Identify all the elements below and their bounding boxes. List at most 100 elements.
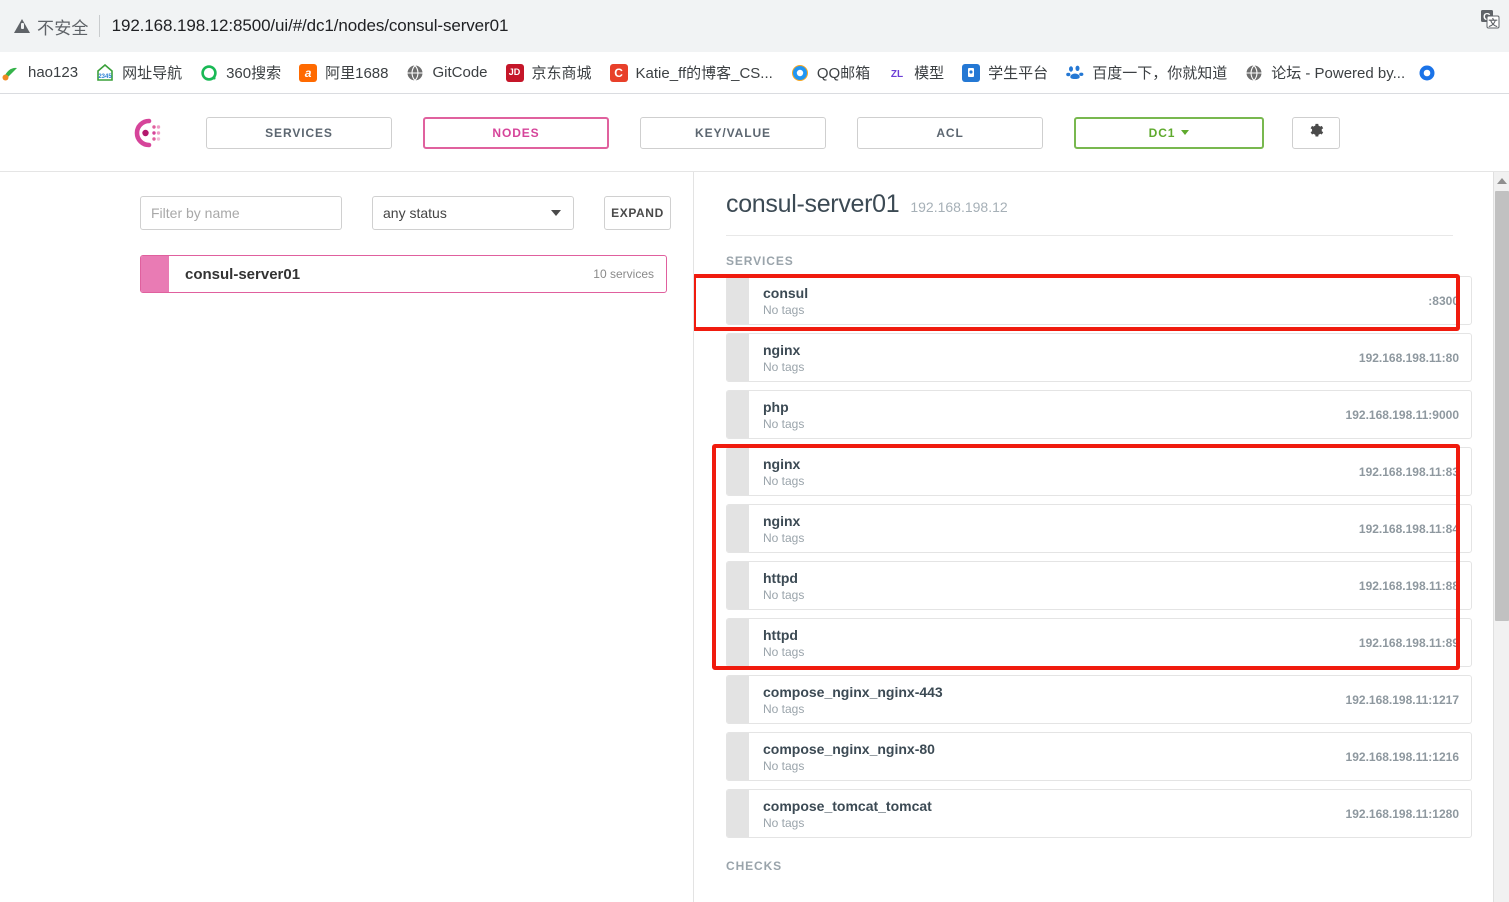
service-info: compose_nginx_nginx-443 No tags [763, 684, 943, 716]
nav-tab-nodes[interactable]: NODES [423, 117, 609, 149]
service-address: 192.168.198.11:1216 [1346, 750, 1459, 764]
qq-mail-icon [791, 64, 809, 82]
consul-top-nav: SERVICES NODES KEY/VALUE ACL DC1 [0, 94, 1509, 172]
chrome-profile-icon [1418, 64, 1436, 82]
zl-model-icon: ZL [888, 64, 906, 82]
bookmark-gitcode[interactable]: GitCode [397, 58, 496, 88]
service-row[interactable]: consul No tags :8300 [726, 276, 1472, 325]
warning-triangle-icon [14, 19, 30, 33]
nav-tab-acl[interactable]: ACL [857, 117, 1043, 149]
bookmark-qq-mail[interactable]: QQ邮箱 [782, 58, 879, 88]
service-row[interactable]: httpd No tags 192.168.198.11:88 [726, 561, 1472, 610]
bookmark-label: Katie_ff的博客_CS... [636, 62, 773, 83]
security-chip[interactable]: 不安全 [14, 14, 89, 39]
service-info: nginx No tags [763, 342, 804, 374]
scroll-up-button[interactable] [1494, 172, 1509, 189]
csdn-blog-icon: C [610, 64, 628, 82]
bookmark-hao123[interactable]: hao123 [0, 58, 87, 88]
student-platform-icon [962, 64, 980, 82]
bookmark-zl-model[interactable]: ZL 模型 [879, 58, 953, 88]
filter-row: any status EXPAND [140, 196, 693, 230]
consul-app: SERVICES NODES KEY/VALUE ACL DC1 [0, 94, 1509, 902]
service-tags: No tags [763, 702, 943, 716]
service-row[interactable]: compose_nginx_nginx-80 No tags 192.168.1… [726, 732, 1472, 781]
service-info: httpd No tags [763, 570, 804, 602]
baidu-icon [1066, 64, 1084, 82]
nav-tab-label: ACL [936, 126, 963, 140]
checks-section-heading: CHECKS [726, 859, 1465, 873]
bookmark-csdn-blog[interactable]: C Katie_ff的博客_CS... [601, 58, 782, 88]
node-list-item-consul-server01[interactable]: consul-server01 10 services [140, 255, 667, 293]
service-info: compose_nginx_nginx-80 No tags [763, 741, 935, 773]
bookmark-label: QQ邮箱 [817, 62, 870, 83]
service-tags: No tags [763, 303, 808, 317]
service-status-indicator [727, 391, 749, 438]
bookmark-360-search[interactable]: 360搜索 [191, 58, 290, 88]
service-row[interactable]: compose_tomcat_tomcat No tags 192.168.19… [726, 789, 1472, 838]
bookmark-label: 学生平台 [988, 62, 1048, 83]
settings-button[interactable] [1292, 117, 1340, 149]
filter-by-name-input[interactable] [140, 196, 342, 230]
translate-icon[interactable]: G 文 [1479, 8, 1501, 30]
service-status-indicator [727, 334, 749, 381]
service-info: php No tags [763, 399, 804, 431]
bookmark-baidu[interactable]: 百度一下，你就知道 [1057, 58, 1236, 88]
service-row[interactable]: httpd No tags 192.168.198.11:89 [726, 618, 1472, 667]
service-status-indicator [727, 448, 749, 495]
service-address: 192.168.198.11:9000 [1346, 408, 1459, 422]
service-status-indicator [727, 505, 749, 552]
status-filter-wrap[interactable]: any status [372, 196, 574, 230]
consul-logo-icon[interactable] [124, 111, 168, 155]
forum-icon [1245, 64, 1263, 82]
node-list: consul-server01 10 services [140, 255, 693, 293]
service-row-body: compose_nginx_nginx-443 No tags 192.168.… [749, 676, 1471, 723]
bookmark-alibaba-1688[interactable]: a 阿里1688 [290, 58, 397, 88]
node-services-count: 10 services [593, 267, 654, 281]
datacenter-selector[interactable]: DC1 [1074, 117, 1264, 149]
service-row[interactable]: compose_nginx_nginx-443 No tags 192.168.… [726, 675, 1472, 724]
service-row[interactable]: php No tags 192.168.198.11:9000 [726, 390, 1472, 439]
nav-tab-label: SERVICES [265, 126, 333, 140]
bookmark-forum[interactable]: 论坛 - Powered by... [1236, 58, 1414, 88]
node-detail-header: consul-server01 192.168.198.12 [726, 190, 1453, 236]
bookmark-site-nav[interactable]: 2345 网址导航 [87, 58, 191, 88]
bookmark-overflow-icon[interactable] [1414, 58, 1445, 88]
service-info: nginx No tags [763, 456, 804, 488]
service-row[interactable]: nginx No tags 192.168.198.11:80 [726, 333, 1472, 382]
svg-text:ZL: ZL [891, 69, 903, 80]
service-name: compose_nginx_nginx-80 [763, 741, 935, 757]
service-row-body: compose_tomcat_tomcat No tags 192.168.19… [749, 790, 1471, 837]
bookmarks-bar[interactable]: hao123 2345 网址导航 360搜索 a [0, 52, 1509, 94]
scrollbar-thumb[interactable] [1495, 191, 1509, 621]
bookmark-jd[interactable]: JD 京东商城 [497, 58, 601, 88]
omnibox-divider [99, 15, 100, 37]
svg-text:文: 文 [1487, 17, 1498, 28]
service-row[interactable]: nginx No tags 192.168.198.11:84 [726, 504, 1472, 553]
service-status-indicator [727, 277, 749, 324]
service-info: consul No tags [763, 285, 808, 317]
nav-tab-label: KEY/VALUE [695, 126, 771, 140]
status-filter-select[interactable]: any status [372, 196, 574, 230]
service-status-indicator [727, 733, 749, 780]
nav-tab-keyvalue[interactable]: KEY/VALUE [640, 117, 826, 149]
bookmark-label: GitCode [432, 64, 487, 81]
service-tags: No tags [763, 816, 932, 830]
node-list-pane: any status EXPAND consul-server01 10 ser… [0, 172, 694, 902]
service-row[interactable]: nginx No tags 192.168.198.11:83 [726, 447, 1472, 496]
bookmark-label: 网址导航 [122, 62, 182, 83]
node-detail-inner: consul-server01 192.168.198.12 SERVICES … [694, 172, 1509, 873]
service-status-indicator [727, 676, 749, 723]
chevron-down-icon [1181, 130, 1189, 135]
expand-button[interactable]: EXPAND [604, 196, 671, 230]
security-label: 不安全 [37, 14, 89, 39]
vertical-scrollbar[interactable] [1493, 172, 1509, 902]
service-row-body: httpd No tags 192.168.198.11:88 [749, 562, 1471, 609]
service-address: 192.168.198.11:1217 [1346, 693, 1459, 707]
bookmark-student-platform[interactable]: 学生平台 [953, 58, 1057, 88]
address-bar-url[interactable]: 192.168.198.12:8500/ui/#/dc1/nodes/consu… [112, 16, 509, 36]
gear-icon [1307, 122, 1325, 143]
nav-tab-services[interactable]: SERVICES [206, 117, 392, 149]
service-address: 192.168.198.11:84 [1359, 522, 1459, 536]
service-name: httpd [763, 627, 804, 643]
main-content: any status EXPAND consul-server01 10 ser… [0, 172, 1509, 902]
